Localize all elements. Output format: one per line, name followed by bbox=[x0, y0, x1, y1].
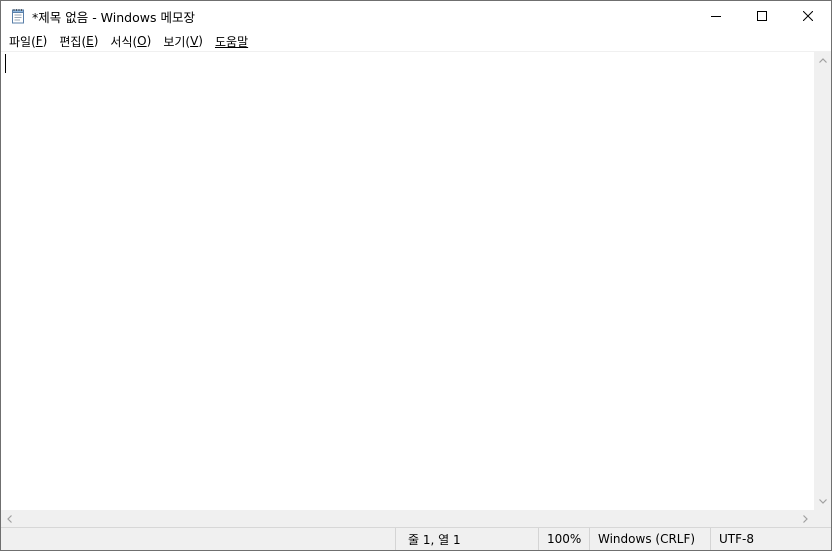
window-controls bbox=[693, 1, 831, 31]
editor-area bbox=[1, 51, 831, 527]
close-icon bbox=[803, 11, 813, 21]
scroll-right-button[interactable] bbox=[797, 510, 814, 527]
title-bar[interactable]: *제목 없음 - Windows 메모장 bbox=[1, 1, 831, 31]
line-ending: Windows (CRLF) bbox=[589, 528, 710, 550]
scrollbar-corner bbox=[814, 510, 831, 527]
notepad-icon[interactable] bbox=[10, 8, 26, 24]
chevron-right-icon bbox=[803, 514, 808, 523]
text-editor[interactable] bbox=[1, 52, 814, 510]
maximize-icon bbox=[757, 11, 767, 21]
menu-format[interactable]: 서식(O) bbox=[104, 31, 157, 51]
text-caret bbox=[5, 54, 6, 73]
editor-row bbox=[1, 52, 831, 510]
menu-help[interactable]: 도움말 bbox=[209, 31, 254, 51]
scroll-down-button[interactable] bbox=[814, 493, 831, 510]
maximize-button[interactable] bbox=[739, 1, 785, 31]
minimize-icon bbox=[711, 16, 721, 17]
chevron-left-icon bbox=[7, 514, 12, 523]
scroll-up-button[interactable] bbox=[814, 52, 831, 69]
menu-view[interactable]: 보기(V) bbox=[157, 31, 209, 51]
chevron-down-icon bbox=[818, 499, 827, 504]
close-button[interactable] bbox=[785, 1, 831, 31]
vertical-scrollbar[interactable] bbox=[814, 52, 831, 510]
menu-file[interactable]: 파일(F) bbox=[3, 31, 53, 51]
encoding: UTF-8 bbox=[710, 528, 831, 550]
menu-edit[interactable]: 편집(E) bbox=[53, 31, 104, 51]
scroll-left-button[interactable] bbox=[1, 510, 18, 527]
chevron-up-icon bbox=[818, 58, 827, 63]
horizontal-scroll-row bbox=[1, 510, 831, 527]
notepad-window: *제목 없음 - Windows 메모장 파일(F) 편집(E) 서식(… bbox=[0, 0, 832, 551]
horizontal-scrollbar[interactable] bbox=[1, 510, 814, 527]
menu-bar: 파일(F) 편집(E) 서식(O) 보기(V) 도움말 bbox=[1, 31, 831, 51]
status-bar: 줄 1, 열 1 100% Windows (CRLF) UTF-8 bbox=[1, 527, 831, 550]
minimize-button[interactable] bbox=[693, 1, 739, 31]
zoom-level: 100% bbox=[538, 528, 589, 550]
cursor-position: 줄 1, 열 1 bbox=[395, 528, 538, 550]
window-title: *제목 없음 - Windows 메모장 bbox=[32, 9, 195, 25]
